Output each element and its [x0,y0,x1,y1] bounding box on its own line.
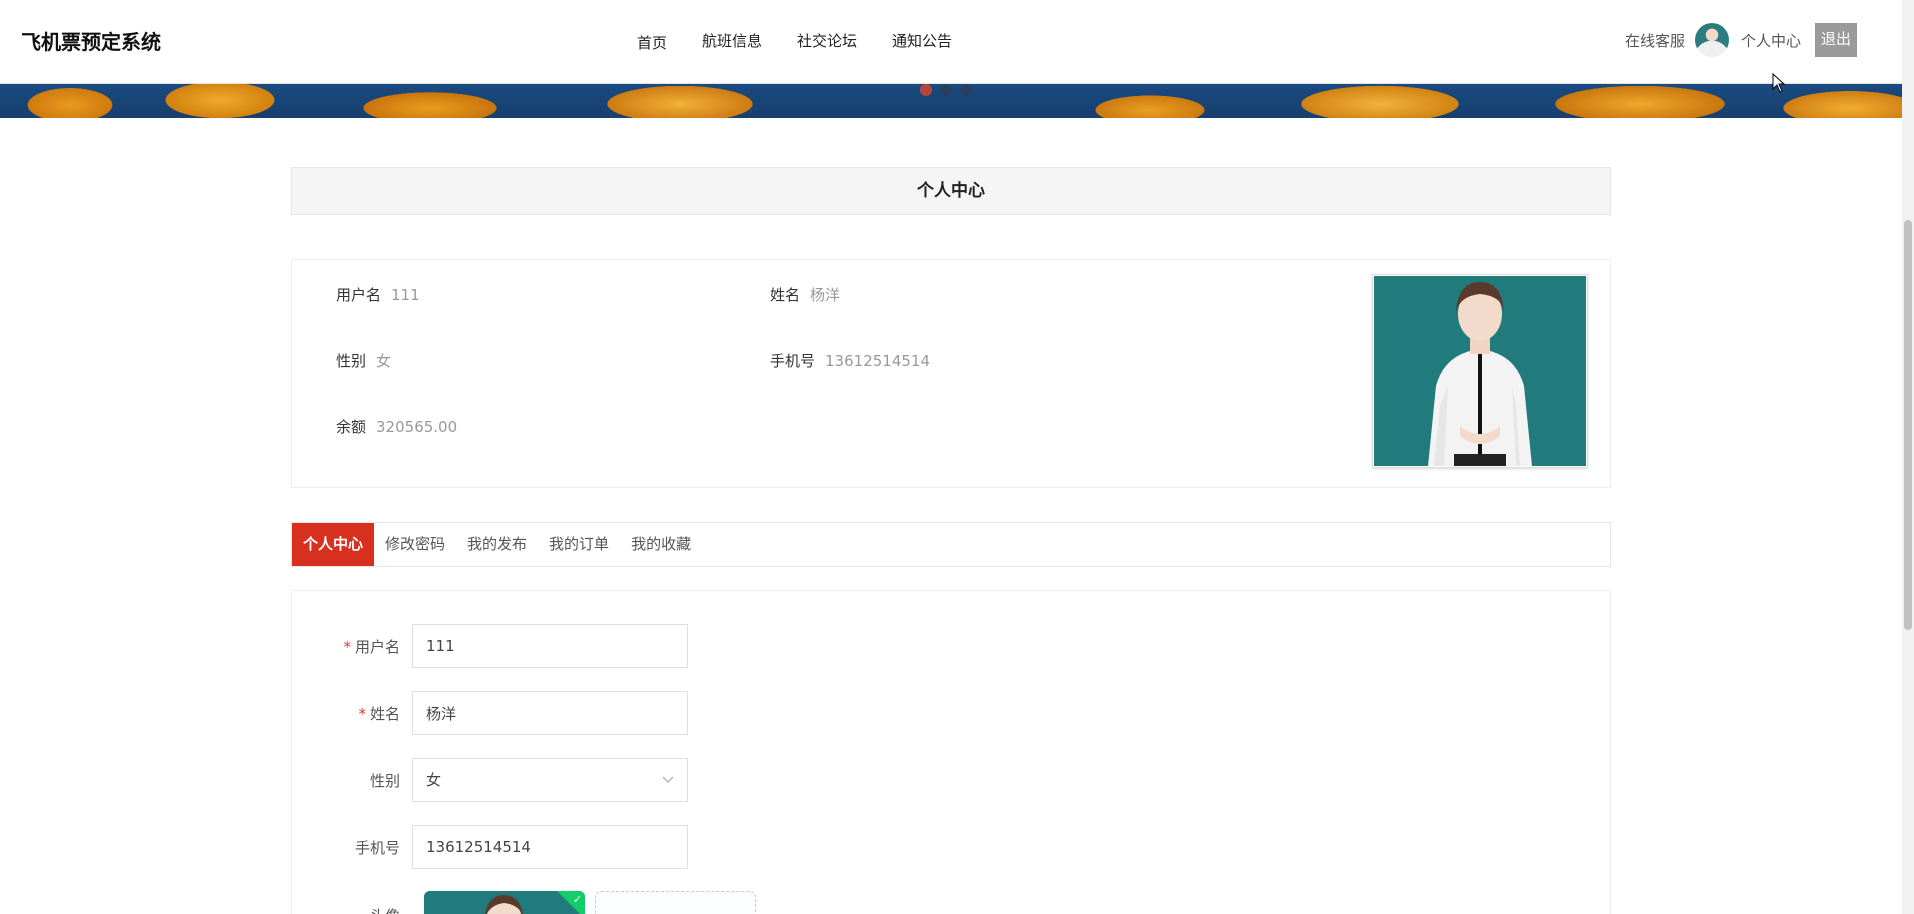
profile-name-value: 杨洋 [810,286,841,304]
username-input[interactable] [412,624,688,668]
required-mark: * [343,637,351,656]
tab-my-posts[interactable]: 我的发布 [456,523,538,566]
profile-username-value: 111 [391,286,420,304]
avatar-upload-button[interactable] [595,891,756,914]
tab-change-password[interactable]: 修改密码 [374,523,456,566]
form-row-username: * 用户名 [292,624,892,668]
nav-flight-info[interactable]: 航班信息 [702,30,762,53]
page: 飞机票预定系统 首页 航班信息 社交论坛 通知公告 在线客服 个人中心 退出 个… [0,0,1914,914]
header-user-area: 在线客服 个人中心 退出 [1625,22,1857,58]
profile-photo [1372,274,1588,468]
gender-label: 性别 [369,771,400,790]
profile-name: 姓名 杨洋 [770,284,840,305]
gender-select[interactable]: 女 [412,758,688,802]
check-icon: ✓ [572,893,582,906]
profile-balance-label: 余额 [336,418,367,436]
tab-my-orders[interactable]: 我的订单 [538,523,620,566]
gender-select-value: 女 [426,771,442,789]
name-label-text: 姓名 [369,704,400,723]
profile-username: 用户名 111 [336,284,420,305]
profile-form: *用户名 *姓名 性别 女 手机号 头像 [291,590,1611,914]
page-scrollbar[interactable] [1902,0,1914,914]
tab-my-favorites[interactable]: 我的收藏 [620,523,702,566]
carousel-dot-1[interactable] [920,84,932,96]
page-title: 个人中心 [291,167,1611,215]
form-row-gender: 性别 女 [292,758,892,802]
chevron-down-icon [662,776,674,783]
mouse-cursor-icon [1772,73,1786,93]
carousel-dot-2[interactable] [940,84,952,96]
logout-button[interactable]: 退出 [1815,23,1857,57]
user-center-link[interactable]: 个人中心 [1741,30,1801,51]
profile-gender-value: 女 [376,352,392,370]
profile-phone: 手机号 13612514514 [770,350,930,371]
online-service-link[interactable]: 在线客服 [1625,30,1685,51]
top-header: 飞机票预定系统 首页 航班信息 社交论坛 通知公告 在线客服 个人中心 退出 [0,0,1902,84]
profile-name-label: 姓名 [770,286,801,304]
profile-phone-value: 13612514514 [825,352,930,370]
username-label: * 用户名 [292,636,412,657]
profile-balance-value: 320565.00 [376,418,458,436]
form-row-name: * 姓名 [292,691,892,735]
profile-gender-label: 性别 [336,352,367,370]
phone-input[interactable] [412,825,688,869]
required-mark: * [358,704,366,723]
form-row-avatar: 头像 [292,893,892,914]
main-nav: 首页 航班信息 社交论坛 通知公告 [637,30,987,53]
nav-forum[interactable]: 社交论坛 [797,30,857,53]
profile-phone-label: 手机号 [770,352,816,370]
profile-balance: 余额 320565.00 [336,416,457,437]
profile-gender: 性别女 [336,350,391,371]
site-logo[interactable]: 飞机票预定系统 [21,26,161,55]
scrollbar-thumb[interactable] [1904,220,1912,630]
form-row-phone: 手机号 [292,825,892,869]
profile-photo-image [1374,276,1586,466]
nav-notices[interactable]: 通知公告 [892,30,952,53]
name-label: * 姓名 [292,703,412,724]
profile-tabs: 个人中心 修改密码 我的发布 我的订单 我的收藏 [291,522,1611,567]
tab-profile[interactable]: 个人中心 [292,523,375,566]
avatar-label: 头像 [292,905,412,914]
profile-card: 用户名 111 姓名 杨洋 性别女 手机号 13612514514 余额 320565.… [291,259,1611,488]
avatar[interactable] [1694,23,1729,57]
nav-home[interactable]: 首页 [637,30,667,53]
carousel-dot-3[interactable] [960,84,972,96]
username-label-text: 用户名 [354,637,400,656]
phone-label: 手机号 [354,838,400,857]
carousel-indicators [920,84,972,96]
name-input[interactable] [412,691,688,735]
profile-username-label: 用户名 [336,286,382,304]
avatar-upload-thumbnail[interactable]: ✓ [424,891,585,914]
